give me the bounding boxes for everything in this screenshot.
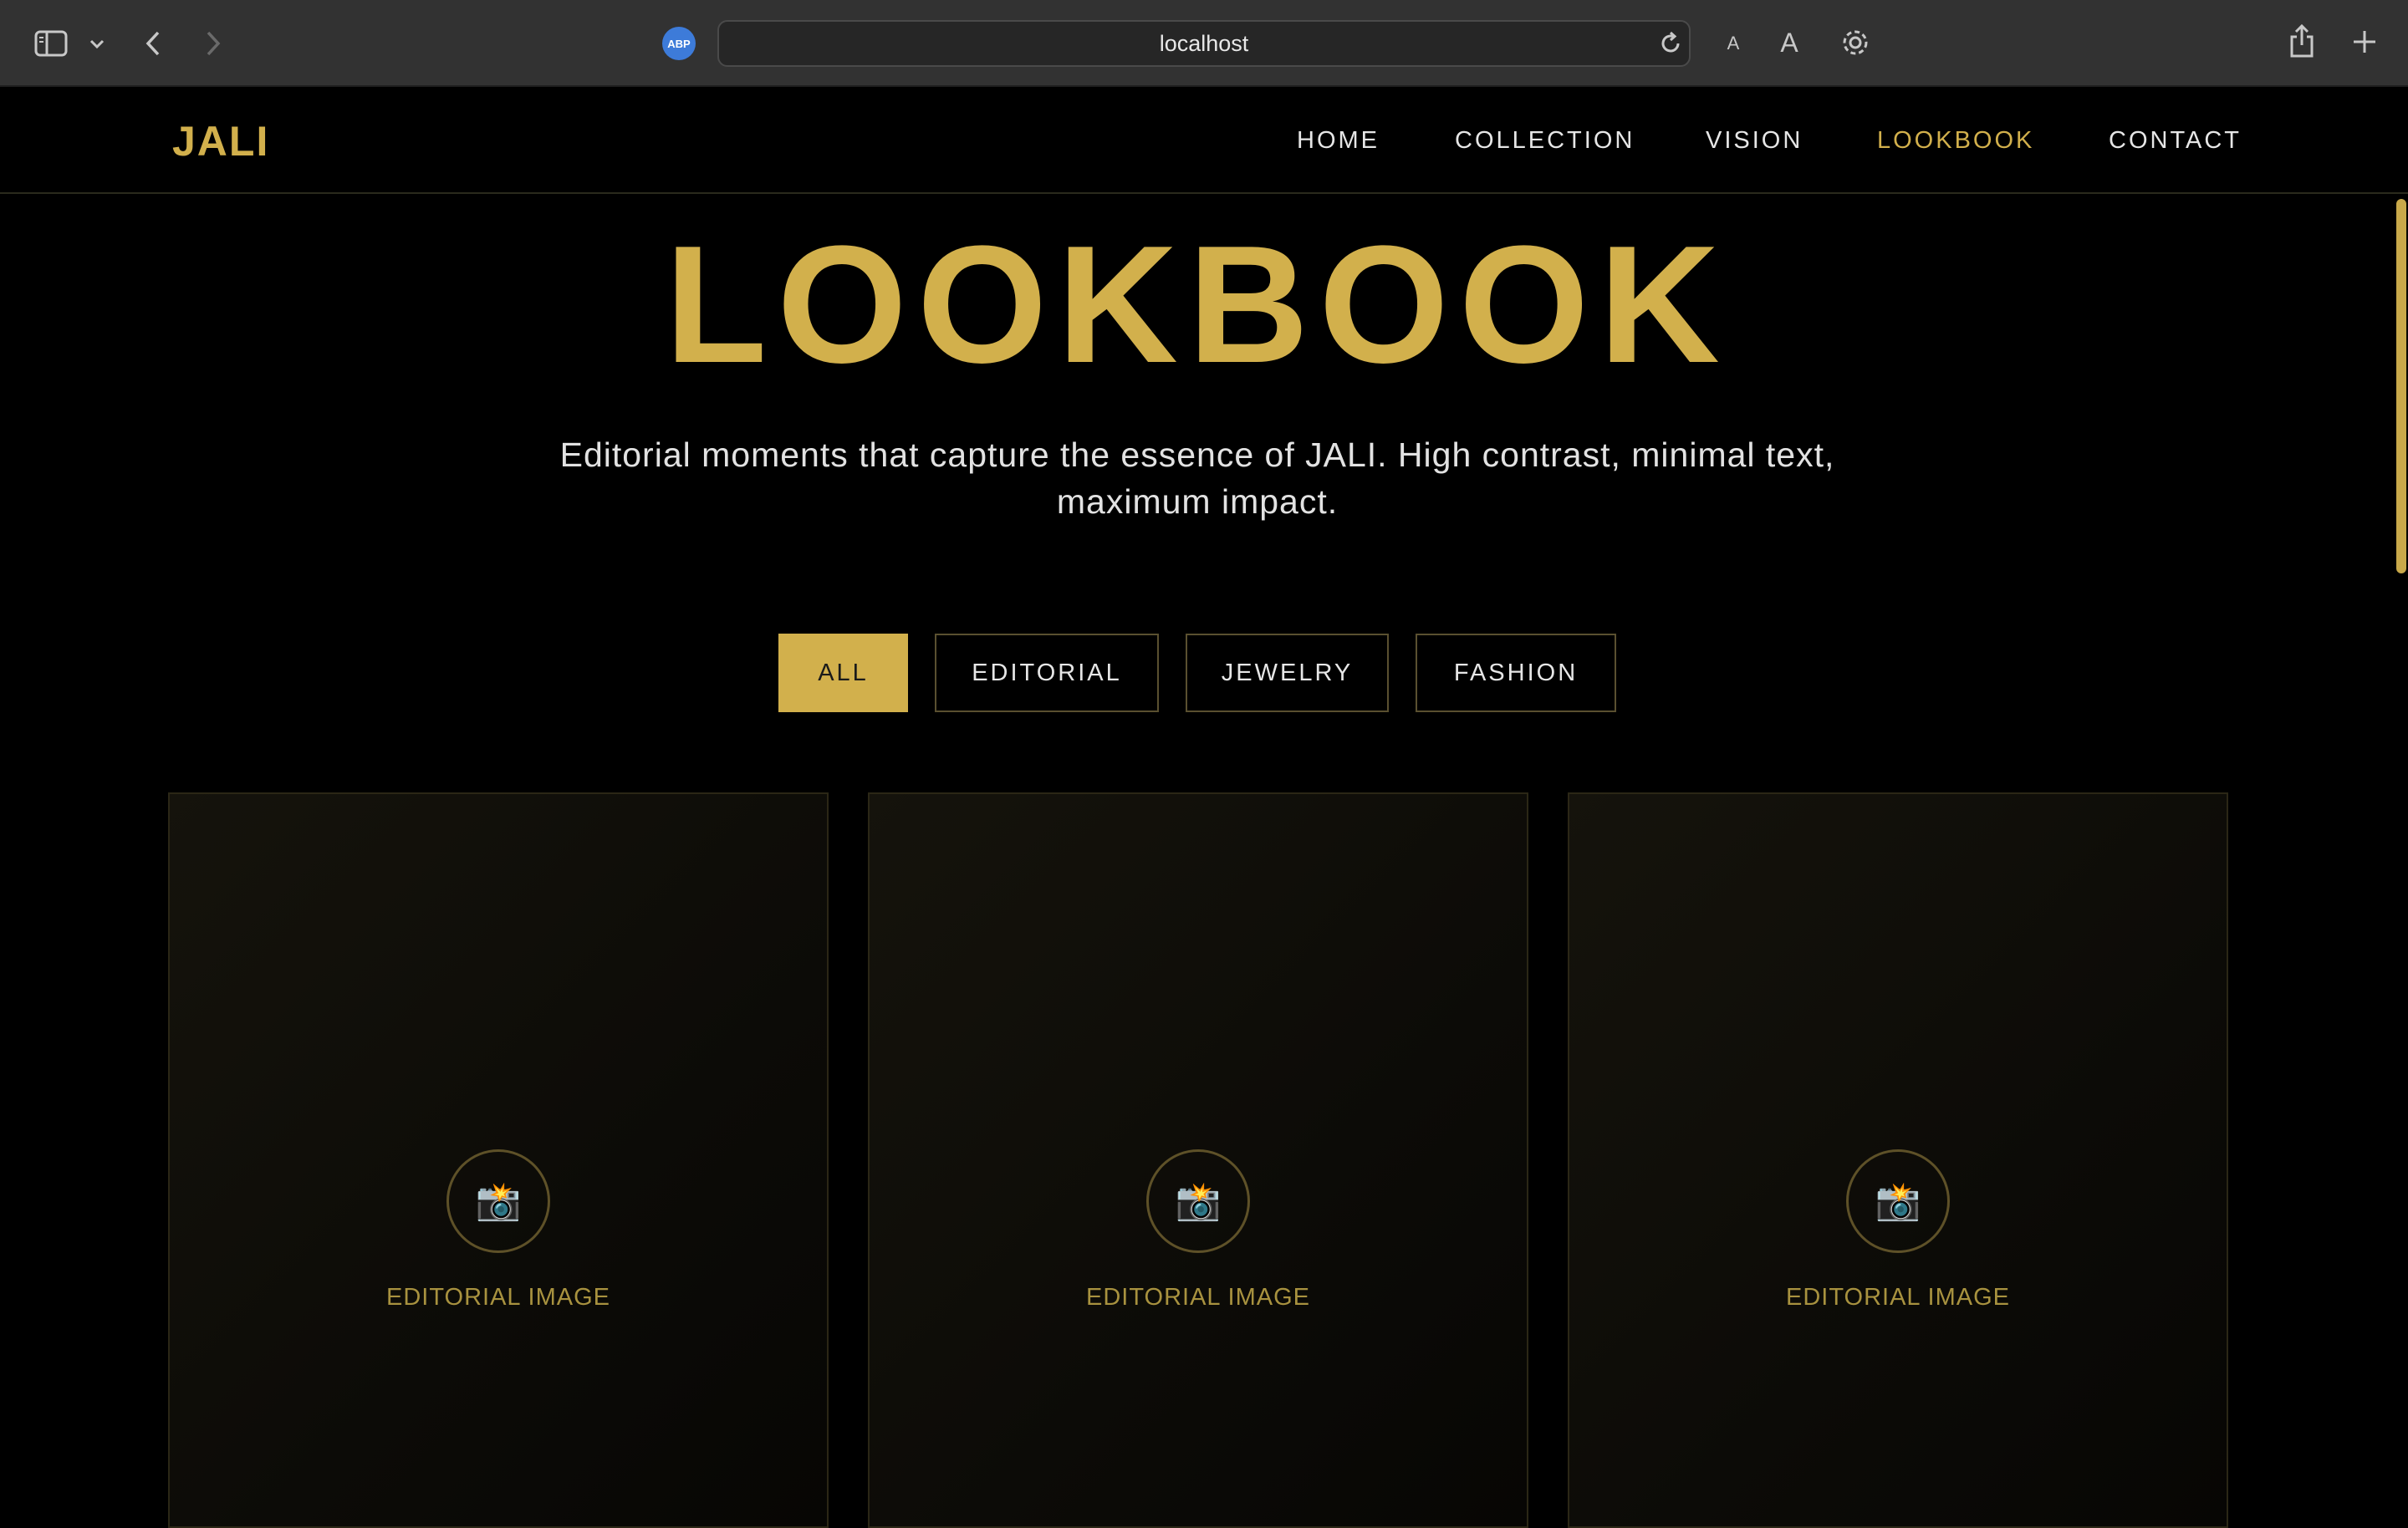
decrease-text-size-button[interactable]: A	[1721, 28, 1746, 59]
new-tab-icon[interactable]	[2349, 27, 2380, 57]
filter-all-button[interactable]: ALL	[778, 634, 908, 712]
gallery-card[interactable]: 📸 EDITORIAL IMAGE	[868, 792, 1528, 1528]
scrollbar-thumb[interactable]	[2396, 199, 2406, 573]
browser-toolbar: ABP localhost A A	[0, 0, 2408, 87]
gallery-card[interactable]: 📸 EDITORIAL IMAGE	[168, 792, 829, 1528]
back-icon[interactable]	[140, 27, 166, 60]
gear-icon[interactable]	[1838, 25, 1873, 60]
adblock-icon[interactable]: ABP	[662, 27, 696, 60]
camera-flash-icon: 📸	[1146, 1149, 1250, 1253]
page-subtitle: Editorial moments that capture the essen…	[559, 435, 1835, 521]
site-header: JALI HOME COLLECTION VISION LOOKBOOK CON…	[0, 87, 2408, 194]
address-bar[interactable]: localhost	[717, 20, 1691, 67]
page-title: LOOKBOOK	[665, 211, 1730, 398]
filter-jewelry-button[interactable]: JEWELRY	[1186, 634, 1389, 712]
gallery-card[interactable]: 📸 EDITORIAL IMAGE	[1568, 792, 2228, 1528]
share-icon[interactable]	[2288, 22, 2316, 60]
nav-lookbook[interactable]: LOOKBOOK	[1877, 127, 2034, 155]
nav-vision[interactable]: VISION	[1706, 127, 1803, 155]
nav-contact[interactable]: CONTACT	[2109, 127, 2242, 155]
filter-fashion-button[interactable]: FASHION	[1416, 634, 1616, 712]
gallery-card-label: EDITORIAL IMAGE	[1786, 1284, 2010, 1311]
sidebar-toggle-icon[interactable]	[32, 27, 70, 60]
nav-home[interactable]: HOME	[1297, 127, 1380, 155]
camera-flash-icon: 📸	[446, 1149, 550, 1253]
filter-bar: ALL EDITORIAL JEWELRY FASHION	[0, 634, 2408, 712]
gallery-card-label: EDITORIAL IMAGE	[1086, 1284, 1310, 1311]
reload-icon[interactable]	[1656, 28, 1686, 59]
filter-editorial-button[interactable]: EDITORIAL	[935, 634, 1159, 712]
gallery-card-label: EDITORIAL IMAGE	[386, 1284, 610, 1311]
site-logo[interactable]: JALI	[172, 117, 269, 166]
url-text: localhost	[1159, 30, 1249, 56]
camera-flash-icon: 📸	[1846, 1149, 1950, 1253]
chevron-down-icon[interactable]	[87, 32, 107, 55]
forward-icon[interactable]	[201, 27, 226, 60]
increase-text-size-button[interactable]: A	[1774, 25, 1804, 60]
nav-collection[interactable]: COLLECTION	[1455, 127, 1635, 155]
